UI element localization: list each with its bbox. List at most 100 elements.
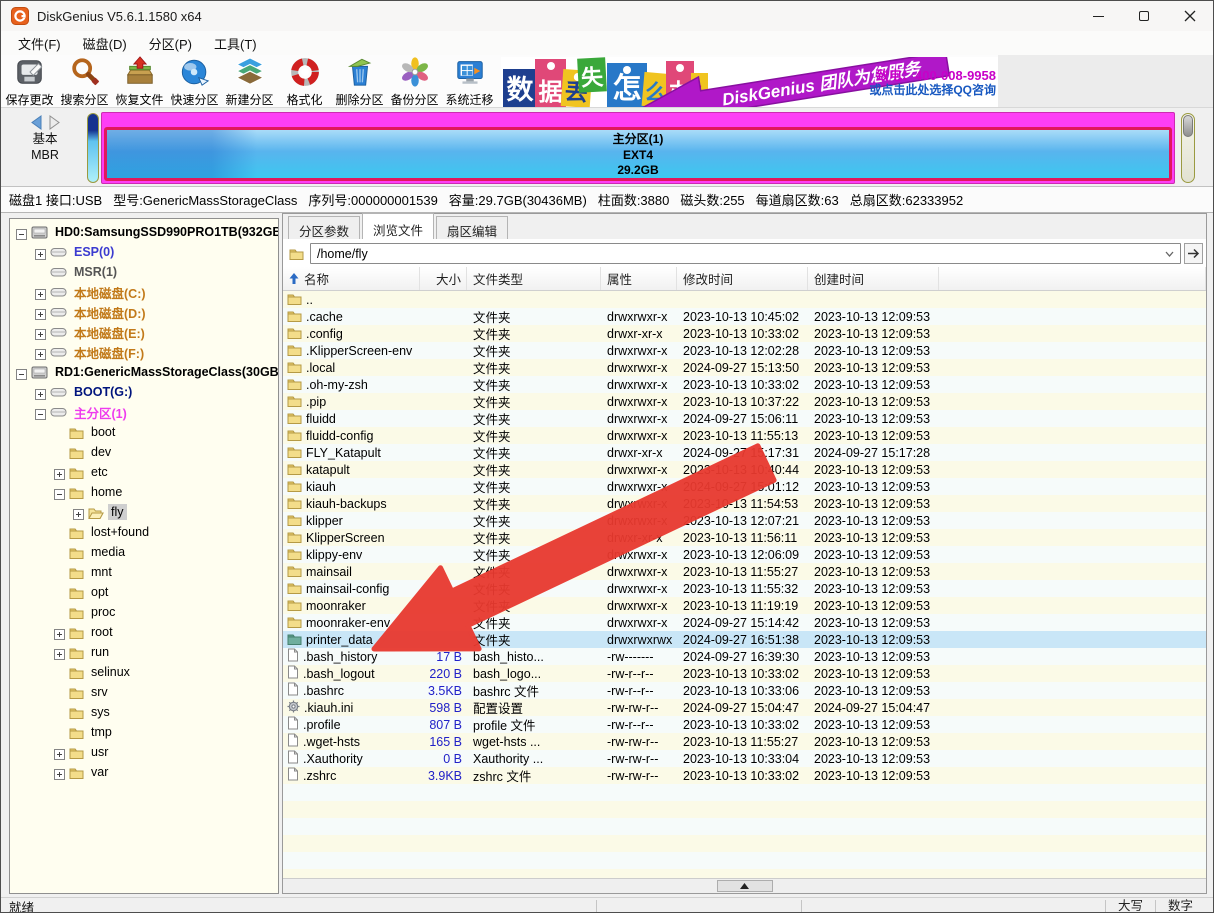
- collapse-icon[interactable]: [16, 367, 27, 378]
- tree-node-proc[interactable]: proc: [10, 602, 278, 622]
- horizontal-scrollbar[interactable]: [283, 878, 1206, 893]
- toolbar-button-format[interactable]: 格式化: [277, 56, 332, 106]
- tree-node-label[interactable]: home: [88, 484, 125, 500]
- tree-node-label[interactable]: usr: [88, 744, 111, 760]
- tree-node-label[interactable]: 本地磁盘(F:): [71, 342, 147, 363]
- tab-浏览文件[interactable]: 浏览文件: [362, 213, 434, 239]
- file-row-.wget-hsts[interactable]: .wget-hsts165 Bwget-hsts ...-rw-rw-r--20…: [283, 733, 1206, 750]
- expand-icon[interactable]: [35, 307, 46, 318]
- tree-node-label[interactable]: selinux: [88, 664, 133, 680]
- tree-node-label[interactable]: media: [88, 544, 128, 560]
- tree-node-label[interactable]: 本地磁盘(E:): [71, 322, 148, 343]
- file-row-.kiauh.ini[interactable]: .kiauh.ini598 B配置设置-rw-rw-r--2024-09-27 …: [283, 699, 1206, 716]
- file-row-klipper[interactable]: klipper文件夹drwxrwxr-x2023-10-13 12:07:212…: [283, 512, 1206, 529]
- column-header-大小[interactable]: 大小: [420, 267, 467, 290]
- partition-block[interactable]: 主分区(1) EXT4 29.2GB: [104, 127, 1172, 181]
- file-row-..[interactable]: ..: [283, 291, 1206, 308]
- column-header-属性[interactable]: 属性: [601, 267, 677, 290]
- toolbar-button-system-migrate[interactable]: 系统迁移: [442, 56, 497, 106]
- column-header-修改时间[interactable]: 修改时间: [677, 267, 808, 290]
- tree-node-label[interactable]: root: [88, 624, 116, 640]
- tree-node-label[interactable]: etc: [88, 464, 111, 480]
- file-row-katapult[interactable]: katapult文件夹drwxrwxr-x2023-10-13 10:40:44…: [283, 461, 1206, 478]
- disk-bar[interactable]: 主分区(1) EXT4 29.2GB: [101, 112, 1175, 184]
- tree-node-BOOT(G:)[interactable]: BOOT(G:): [10, 382, 278, 402]
- tree-node-label[interactable]: boot: [88, 424, 118, 440]
- tree-node-label[interactable]: srv: [88, 684, 111, 700]
- file-row-klippy-env[interactable]: klippy-env文件夹drwxrwxr-x2023-10-13 12:06:…: [283, 546, 1206, 563]
- tree-node-label[interactable]: mnt: [88, 564, 115, 580]
- file-row-.profile[interactable]: .profile807 Bprofile 文件-rw-r--r--2023-10…: [283, 716, 1206, 733]
- go-button[interactable]: [1184, 243, 1203, 264]
- tab-扇区编辑[interactable]: 扇区编辑: [436, 216, 508, 239]
- disk-mini-bar[interactable]: [87, 113, 99, 183]
- maximize-button[interactable]: [1121, 1, 1167, 31]
- file-row-.bashrc[interactable]: .bashrc3.5KBbashrc 文件-rw-r--r--2023-10-1…: [283, 682, 1206, 699]
- tree-node-label[interactable]: opt: [88, 584, 111, 600]
- file-row-fluidd-config[interactable]: fluidd-config文件夹drwxrwxr-x2023-10-13 11:…: [283, 427, 1206, 444]
- expand-icon[interactable]: [35, 327, 46, 338]
- file-row-.config[interactable]: .config文件夹drwxr-xr-x2023-10-13 10:33:022…: [283, 325, 1206, 342]
- tree-node-label[interactable]: fly: [108, 504, 127, 520]
- file-row-KlipperScreen[interactable]: KlipperScreen文件夹drwxr-xr-x2023-10-13 11:…: [283, 529, 1206, 546]
- menu-partition[interactable]: 分区(P): [138, 32, 203, 55]
- tree-node-selinux[interactable]: selinux: [10, 662, 278, 682]
- expand-icon[interactable]: [73, 507, 84, 518]
- ad-qq-link[interactable]: 或点击此处选择QQ咨询: [869, 83, 996, 98]
- file-row-.zshrc[interactable]: .zshrc3.9KBzshrc 文件-rw-rw-r--2023-10-13 …: [283, 767, 1206, 784]
- file-row-kiauh[interactable]: kiauh文件夹drwxrwxr-x2024-09-27 15:01:12202…: [283, 478, 1206, 495]
- tree-node-sys[interactable]: sys: [10, 702, 278, 722]
- tab-分区参数[interactable]: 分区参数: [288, 216, 360, 239]
- expand-icon[interactable]: [54, 647, 65, 658]
- file-row-printer_data[interactable]: printer_data文件夹drwxrwxrwx2024-09-27 16:5…: [283, 631, 1206, 648]
- expand-icon[interactable]: [35, 347, 46, 358]
- file-row-kiauh-backups[interactable]: kiauh-backups文件夹drwxrwxr-x2023-10-13 11:…: [283, 495, 1206, 512]
- ad-banner[interactable]: 数据丢失怎么办! DiskGenius 团队为您服务 致电：400-008-99…: [501, 57, 998, 107]
- column-header-名称[interactable]: 名称: [283, 267, 420, 290]
- tree-node-boot[interactable]: boot: [10, 422, 278, 442]
- expand-icon[interactable]: [54, 627, 65, 638]
- tree-node-label[interactable]: 本地磁盘(D:): [71, 302, 149, 323]
- path-value[interactable]: /home/fly: [317, 247, 1165, 261]
- toolbar-button-backup-partition[interactable]: 备份分区: [387, 56, 442, 106]
- tree-node-label[interactable]: sys: [88, 704, 113, 720]
- tree-node-label[interactable]: ESP(0): [71, 244, 117, 260]
- minimize-button[interactable]: [1075, 1, 1121, 31]
- file-row-.local[interactable]: .local文件夹drwxrwxr-x2024-09-27 15:13:5020…: [283, 359, 1206, 376]
- tree-node-HD0:SamsungSSD990PRO1TB(932GB)[interactable]: HD0:SamsungSSD990PRO1TB(932GB): [10, 222, 278, 242]
- path-combobox[interactable]: /home/fly: [310, 243, 1181, 264]
- tree-node-usr[interactable]: usr: [10, 742, 278, 762]
- tree-node-mnt[interactable]: mnt: [10, 562, 278, 582]
- tree-node-label[interactable]: HD0:SamsungSSD990PRO1TB(932GB): [52, 224, 279, 240]
- scrollbar-button[interactable]: [717, 880, 773, 892]
- collapse-icon[interactable]: [35, 407, 46, 418]
- tree-node-etc[interactable]: etc: [10, 462, 278, 482]
- tree-node-media[interactable]: media: [10, 542, 278, 562]
- tree-node-label[interactable]: dev: [88, 444, 114, 460]
- tree-node-run[interactable]: run: [10, 642, 278, 662]
- tree-node-本地磁盘(D:)[interactable]: 本地磁盘(D:): [10, 302, 278, 322]
- partition-scrollbar-thumb[interactable]: [1183, 115, 1193, 137]
- chevron-down-icon[interactable]: [1165, 251, 1174, 257]
- file-row-mainsail-config[interactable]: mainsail-config文件夹drwxrwxr-x2023-10-13 1…: [283, 580, 1206, 597]
- close-button[interactable]: [1167, 1, 1213, 31]
- file-row-moonraker[interactable]: moonraker文件夹drwxrwxr-x2023-10-13 11:19:1…: [283, 597, 1206, 614]
- file-row-.cache[interactable]: .cache文件夹drwxrwxr-x2023-10-13 10:45:0220…: [283, 308, 1206, 325]
- column-header-文件类型[interactable]: 文件类型: [467, 267, 601, 290]
- partition-scrollbar[interactable]: [1181, 113, 1195, 183]
- file-row-mainsail[interactable]: mainsail文件夹drwxrwxr-x2023-10-13 11:55:27…: [283, 563, 1206, 580]
- tree-node-home[interactable]: home: [10, 482, 278, 502]
- file-row-.Xauthority[interactable]: .Xauthority0 BXauthority ...-rw-rw-r--20…: [283, 750, 1206, 767]
- tree-node-本地磁盘(F:)[interactable]: 本地磁盘(F:): [10, 342, 278, 362]
- toolbar-button-delete-partition[interactable]: 删除分区: [332, 56, 387, 106]
- tree-node-opt[interactable]: opt: [10, 582, 278, 602]
- tree-node-本地磁盘(E:)[interactable]: 本地磁盘(E:): [10, 322, 278, 342]
- collapse-icon[interactable]: [54, 487, 65, 498]
- expand-icon[interactable]: [54, 747, 65, 758]
- tree-node-srv[interactable]: srv: [10, 682, 278, 702]
- menu-disk[interactable]: 磁盘(D): [72, 32, 138, 55]
- tree-node-主分区(1)[interactable]: 主分区(1): [10, 402, 278, 422]
- column-header-创建时间[interactable]: 创建时间: [808, 267, 939, 290]
- tree-node-dev[interactable]: dev: [10, 442, 278, 462]
- tree-node-label[interactable]: 主分区(1): [71, 402, 130, 423]
